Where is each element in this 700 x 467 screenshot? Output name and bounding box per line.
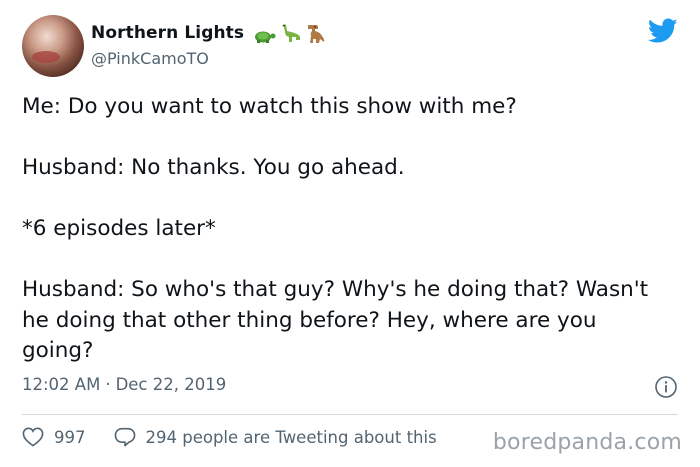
name-emojis <box>252 22 326 44</box>
display-name[interactable]: Northern Lights <box>91 23 244 43</box>
heart-icon <box>22 427 44 447</box>
author-handle[interactable]: @PinkCamoTO <box>91 49 209 68</box>
like-count: 997 <box>54 427 86 447</box>
author-name-row: Northern Lights <box>91 22 326 44</box>
like-button[interactable]: 997 <box>22 427 86 447</box>
conversation-button[interactable]: 294 people are Tweeting about this <box>114 427 437 447</box>
turtle-emoji <box>255 31 276 43</box>
twitter-bird-icon[interactable] <box>648 18 678 44</box>
info-icon[interactable] <box>654 375 678 399</box>
engagement-bar: 997 294 people are Tweeting about this <box>22 427 437 447</box>
avatar[interactable] <box>22 15 84 77</box>
sauropod-emoji <box>282 24 301 42</box>
meta-separator: · <box>105 375 111 394</box>
watermark: boredpanda.com <box>492 430 682 455</box>
tweet-time[interactable]: 12:02 AM <box>22 375 100 394</box>
t-rex-emoji <box>308 25 325 43</box>
tweet-date[interactable]: Dec 22, 2019 <box>116 375 227 394</box>
comment-icon <box>114 427 135 447</box>
conversation-text: 294 people are Tweeting about this <box>145 427 437 447</box>
tweet-timestamp[interactable]: 12:02 AM · Dec 22, 2019 <box>22 375 226 394</box>
divider <box>22 414 678 415</box>
tweet-text: Me: Do you want to watch this show with … <box>22 94 649 363</box>
